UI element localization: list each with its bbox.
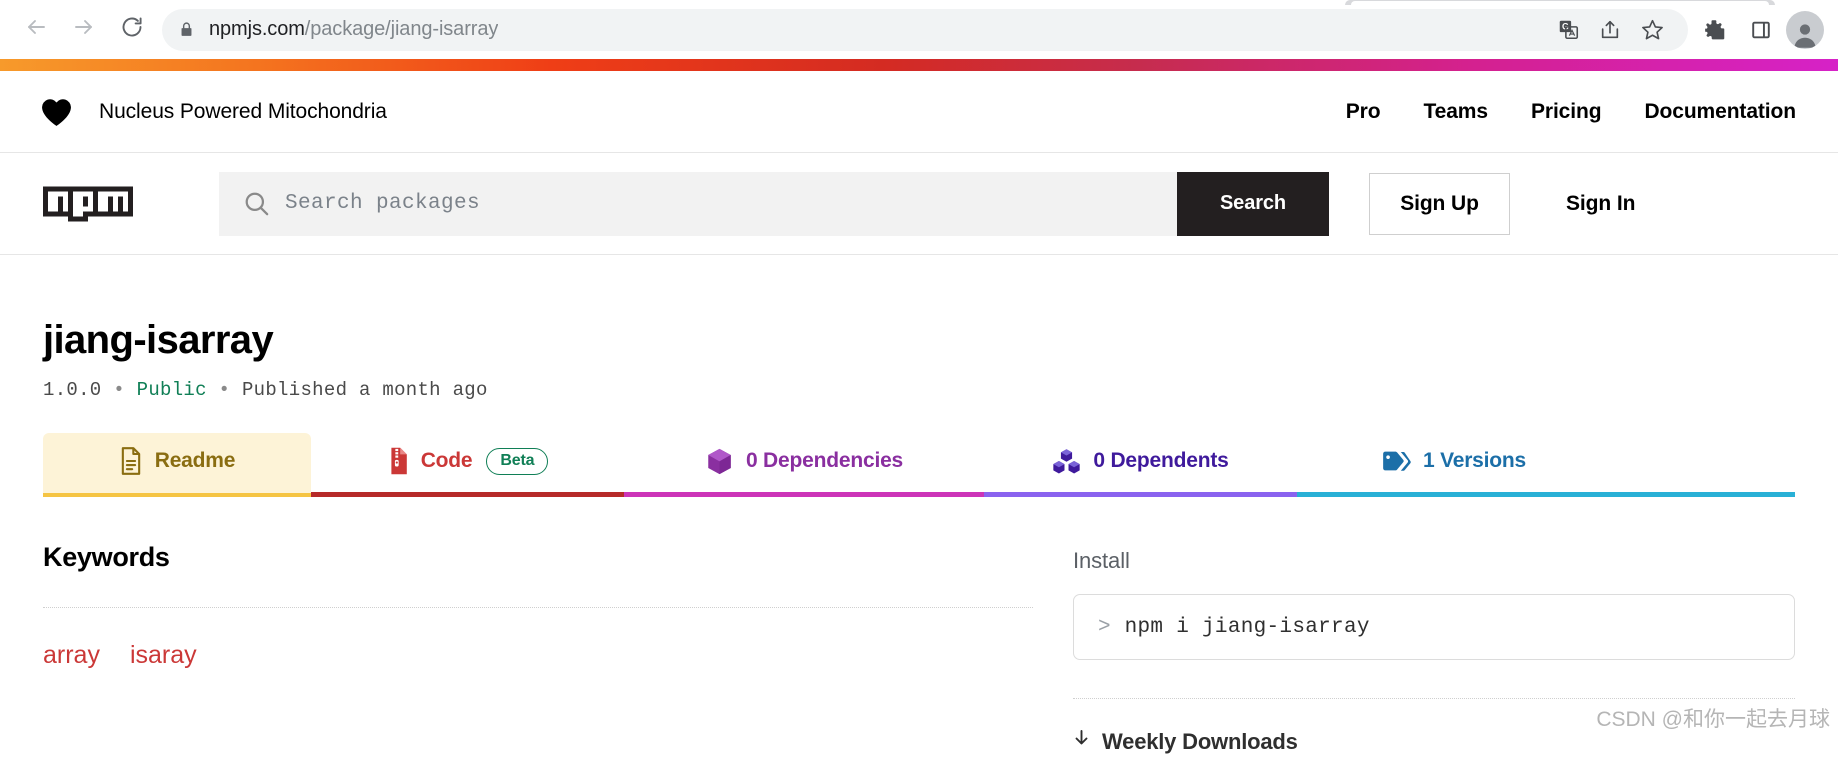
translate-icon[interactable]: G <box>1548 10 1588 50</box>
package-version: 1.0.0 <box>43 379 102 401</box>
share-icon[interactable] <box>1590 10 1630 50</box>
npm-logo[interactable] <box>43 186 133 222</box>
url-path: /package/jiang-isarray <box>304 18 499 40</box>
keyword-array[interactable]: array <box>43 641 100 670</box>
forward-arrow-icon <box>72 15 96 44</box>
tag-icon <box>1381 450 1411 472</box>
package-page: jiang-isarray 1.0.0 • Public • Published… <box>0 318 1838 755</box>
package-published: Published a month ago <box>241 379 488 401</box>
watermark: CSDN @和你一起去月球 <box>1596 708 1830 731</box>
search-field[interactable] <box>219 171 1177 236</box>
side-panel-icon[interactable] <box>1740 9 1782 51</box>
back-arrow-icon <box>24 15 48 44</box>
nav-link-pricing[interactable]: Pricing <box>1531 100 1602 124</box>
navigation-buttons <box>14 8 154 52</box>
npm-top-nav: Nucleus Powered Mitochondria Pro Teams P… <box>0 71 1838 153</box>
tab-dependencies[interactable]: 0 Dependencies <box>624 433 984 493</box>
back-button[interactable] <box>14 8 58 52</box>
sign-in-button[interactable]: Sign In <box>1544 172 1658 235</box>
sign-up-button[interactable]: Sign Up <box>1369 172 1510 235</box>
sidebar-divider <box>1073 698 1795 699</box>
reload-button[interactable] <box>110 8 154 52</box>
nav-link-teams[interactable]: Teams <box>1423 100 1488 124</box>
tab-code-label: Code <box>420 449 473 472</box>
document-icon <box>119 447 143 475</box>
npm-banner-text: Nucleus Powered Mitochondria <box>99 99 387 123</box>
keywords-heading: Keywords <box>43 542 170 572</box>
address-bar-url: npmjs.com/package/jiang-isarray <box>209 18 498 41</box>
npm-nav-links: Pro Teams Pricing Documentation <box>1346 100 1796 124</box>
zip-file-icon <box>387 447 409 475</box>
npm-gradient-bar <box>0 59 1838 71</box>
install-command-box[interactable]: > npm i jiang-isarray <box>1073 594 1795 660</box>
package-metadata: 1.0.0 • Public • Published a month ago <box>43 379 488 401</box>
package-title: jiang-isarray <box>43 318 274 362</box>
tab-readme[interactable]: Readme <box>43 433 311 493</box>
npm-search-row: Search Sign Up Sign In <box>0 153 1838 255</box>
tab-versions-label: 1 Versions <box>1422 449 1527 472</box>
browser-toolbar: npmjs.com/package/jiang-isarray G <box>0 0 1838 59</box>
search-submit-button[interactable]: Search <box>1177 171 1329 236</box>
tab-strip-remnant <box>1345 0 1775 5</box>
reload-icon <box>120 15 144 44</box>
browser-actions <box>1694 9 1824 51</box>
address-bar[interactable]: npmjs.com/package/jiang-isarray G <box>162 8 1688 51</box>
nav-link-documentation[interactable]: Documentation <box>1644 100 1796 124</box>
url-domain: npmjs.com <box>209 18 305 40</box>
tab-code[interactable]: Code Beta <box>311 433 624 493</box>
bookmark-star-icon[interactable] <box>1632 10 1672 50</box>
extensions-puzzle-icon[interactable] <box>1694 9 1736 51</box>
keyword-isaray[interactable]: isaray <box>130 641 197 670</box>
install-command-text: npm i jiang-isarray <box>1124 615 1370 639</box>
package-search: Search <box>219 171 1329 236</box>
search-icon <box>243 190 270 217</box>
package-box-icon <box>705 447 734 476</box>
tab-readme-label: Readme <box>154 449 236 472</box>
omnibox-actions: G <box>1548 10 1672 50</box>
tab-dependents-label: 0 Dependents <box>1093 449 1229 472</box>
install-prompt-icon: > <box>1098 615 1111 639</box>
package-tabs: Readme Code Beta 0 Dependencies 0 Depend… <box>43 433 1795 493</box>
keywords-divider <box>43 607 1033 608</box>
download-arrow-icon <box>1073 729 1090 755</box>
package-body: Keywords array isaray Install > npm i ji… <box>43 542 1795 755</box>
install-label: Install <box>1073 548 1130 573</box>
package-visibility: Public <box>136 379 207 401</box>
profile-avatar-icon[interactable] <box>1786 10 1824 49</box>
tab-dependents[interactable]: 0 Dependents <box>984 433 1297 493</box>
search-input[interactable] <box>285 192 1177 215</box>
heart-icon[interactable] <box>40 97 73 127</box>
readme-column: Keywords array isaray <box>43 542 1033 755</box>
beta-badge: Beta <box>486 447 549 475</box>
blocks-icon <box>1052 448 1081 475</box>
tab-dependencies-label: 0 Dependencies <box>745 449 904 472</box>
nav-link-pro[interactable]: Pro <box>1346 100 1381 124</box>
lock-icon <box>178 21 195 38</box>
weekly-downloads-label: Weekly Downloads <box>1102 729 1298 754</box>
tab-versions[interactable]: 1 Versions <box>1297 433 1610 493</box>
keywords-list: array isaray <box>43 641 1033 670</box>
forward-button[interactable] <box>62 8 106 52</box>
auth-buttons: Sign Up Sign In <box>1369 172 1669 235</box>
